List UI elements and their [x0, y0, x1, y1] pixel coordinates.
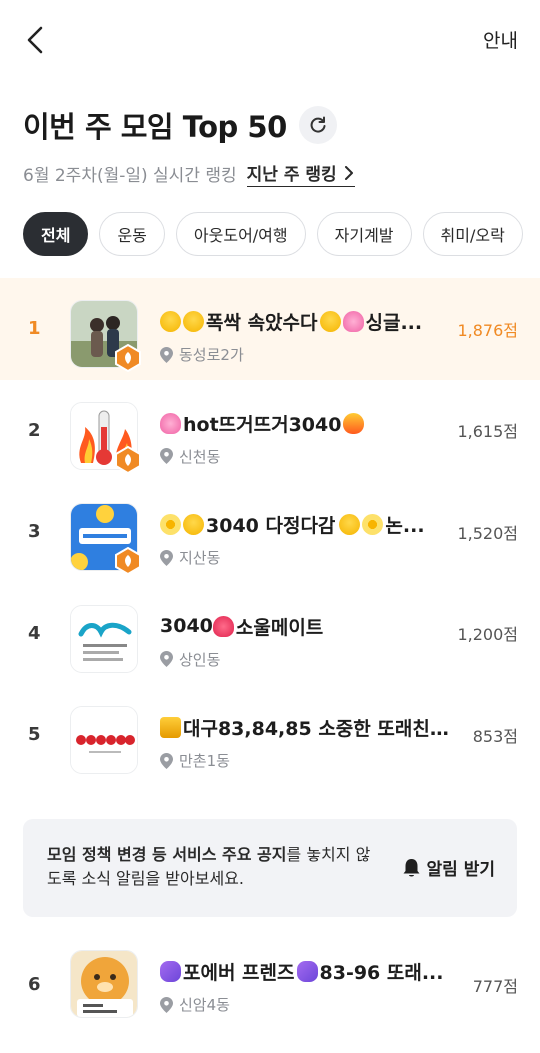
last-week-ranking-label: 지난 주 랭킹 — [246, 165, 337, 185]
group-name: 포에버 프렌즈 83-96 또래... — [160, 958, 450, 985]
leaf-badge-icon — [115, 445, 141, 474]
heart-eyes-emoji-icon — [319, 311, 341, 332]
group-thumbnail — [70, 604, 138, 673]
group-name-text: 대구83,84,85 소중한 또래친... — [183, 718, 450, 740]
ranking-item[interactable]: 4 3040 소울메이트 상인동 1,200점 — [0, 583, 540, 685]
group-thumbnail — [70, 950, 138, 1018]
group-location: 상인동 — [160, 649, 450, 670]
location-text: 동성로2가 — [179, 346, 244, 364]
zany-emoji-icon — [183, 311, 204, 332]
group-score: 777점 — [472, 976, 518, 996]
receive-alerts-label: 알림 받기 — [426, 860, 495, 880]
group-location: 만촌1동 — [160, 750, 450, 771]
group-score: 1,876점 — [457, 320, 518, 340]
location-pin-icon — [160, 651, 173, 667]
pink-heart-emoji-icon — [160, 412, 181, 434]
location-pin-icon — [160, 346, 173, 363]
category-chips: 전체 운동 아웃도어/여행 자기계발 취미/오락 — [23, 212, 523, 256]
red-heart-emoji-icon — [212, 615, 234, 637]
chevron-left-icon — [27, 26, 43, 54]
group-name-text: 3040 — [160, 615, 213, 637]
location-pin-icon — [160, 752, 173, 769]
group-name-text: hot뜨거뜨거3040 — [183, 413, 342, 436]
back-button[interactable] — [22, 24, 52, 56]
group-location: 지산동 — [160, 547, 450, 568]
group-thumbnail — [70, 706, 138, 774]
blossom-emoji-icon — [362, 514, 384, 535]
group-name-trail: 논... — [385, 515, 425, 537]
group-name: 대구83,84,85 소중한 또래친... — [160, 714, 450, 741]
chip-exercise[interactable]: 운동 — [99, 212, 165, 256]
rank-number: 3 — [28, 521, 41, 543]
title-row: 이번 주 모임 Top 50 — [23, 104, 337, 146]
subtitle-row: 6월 2주차(월-일) 실시간 랭킹 지난 주 랭킹 — [23, 160, 355, 187]
last-week-ranking-link[interactable]: 지난 주 랭킹 — [246, 160, 355, 187]
heart-eyes-emoji-icon — [183, 514, 204, 535]
rank-number: 6 — [28, 974, 41, 996]
ranking-item[interactable]: 6 포에버 프렌즈 83-96 또래... 신암4동 777점 — [0, 934, 540, 1036]
bell-icon — [403, 858, 420, 876]
group-name-trail: 싱글... — [365, 312, 423, 334]
rank-number: 5 — [28, 724, 41, 746]
ranking-item[interactable]: 3 3040 다정다감 논... 지산동 1,520점 — [0, 481, 540, 583]
ranking-period: 6월 2주차(월-일) 실시간 랭킹 — [23, 166, 237, 186]
chip-self-development[interactable]: 자기계발 — [316, 212, 412, 256]
music-note-emoji-icon — [160, 961, 181, 982]
location-text: 만촌1동 — [179, 752, 230, 770]
chip-all[interactable]: 전체 — [23, 212, 89, 256]
group-name: 3040 다정다감 논... — [160, 511, 450, 538]
group-name-text: 포에버 프렌즈 — [183, 962, 295, 984]
hugging-emoji-icon — [339, 514, 361, 535]
notice-text: 모임 정책 변경 등 서비스 주요 공지를 놓치지 않도록 소식 알림을 받아보… — [47, 843, 377, 891]
notice-banner: 모임 정책 변경 등 서비스 주요 공지를 놓치지 않도록 소식 알림을 받아보… — [23, 819, 517, 917]
chip-hobby[interactable]: 취미/오락 — [422, 212, 523, 256]
group-score: 1,200점 — [457, 625, 518, 645]
location-text: 상인동 — [179, 650, 221, 669]
location-pin-icon — [160, 996, 173, 1013]
rank-number: 2 — [28, 419, 41, 441]
refresh-icon — [310, 116, 326, 133]
group-name-text: 폭싹 속았수다 — [206, 312, 318, 334]
top-bar: 안내 — [0, 0, 540, 80]
group-name: 3040 소울메이트 — [160, 613, 450, 640]
smiling-hearts-emoji-icon — [342, 311, 364, 332]
group-score: 1,520점 — [457, 523, 518, 543]
group-name-trail: 소울메이트 — [235, 616, 324, 639]
notice-bold-text: 모임 정책 변경 등 서비스 주요 공지 — [47, 845, 287, 864]
group-name: 폭싹 속았수다 싱글... — [160, 308, 450, 335]
receive-alerts-button[interactable]: 알림 받기 — [402, 855, 495, 880]
location-pin-icon — [160, 448, 173, 464]
refresh-button[interactable] — [298, 106, 337, 144]
ranking-item[interactable]: 1 폭싹 속았수다 싱글... 동성로2가 1,876점 — [0, 278, 540, 380]
rank-number: 1 — [28, 318, 41, 340]
ranking-list: 1 폭싹 속았수다 싱글... 동성로2가 1,876점 2 hot뜨거뜨거30… — [0, 278, 540, 786]
group-location: 신천동 — [160, 446, 450, 467]
group-name: hot뜨거뜨거3040 — [160, 410, 450, 437]
music-note-emoji-icon — [296, 961, 318, 982]
laughing-emoji-icon — [160, 311, 181, 332]
ranking-list-continued: 6 포에버 프렌즈 83-96 또래... 신암4동 777점 — [0, 934, 540, 1036]
leaf-badge-icon — [115, 344, 141, 372]
group-location: 동성로2가 — [160, 344, 450, 365]
chip-outdoor-travel[interactable]: 아웃도어/여행 — [175, 212, 306, 256]
group-name-text: 3040 다정다감 — [206, 515, 336, 537]
ranking-item[interactable]: 5 대구83,84,85 소중한 또래친... 만촌1동 853점 — [0, 684, 540, 786]
crown-emoji-icon — [160, 717, 181, 738]
rank-number: 4 — [28, 622, 41, 644]
location-text: 신암4동 — [179, 996, 230, 1014]
group-score: 853점 — [472, 726, 518, 746]
location-text: 지산동 — [179, 549, 221, 567]
ranking-item[interactable]: 2 hot뜨거뜨거3040 신천동 1,615점 — [0, 380, 540, 482]
info-link[interactable]: 안내 — [483, 26, 518, 53]
group-score: 1,615점 — [457, 422, 518, 442]
blossom-emoji-icon — [160, 514, 181, 535]
chevron-right-icon — [344, 165, 353, 180]
fire-emoji-icon — [343, 412, 365, 434]
location-text: 신천동 — [179, 447, 221, 466]
page-title: 이번 주 모임 Top 50 — [23, 110, 287, 144]
location-pin-icon — [160, 549, 173, 566]
leaf-badge-icon — [115, 547, 141, 575]
group-name-trail: 83-96 또래... — [319, 962, 444, 984]
group-location: 신암4동 — [160, 994, 450, 1015]
